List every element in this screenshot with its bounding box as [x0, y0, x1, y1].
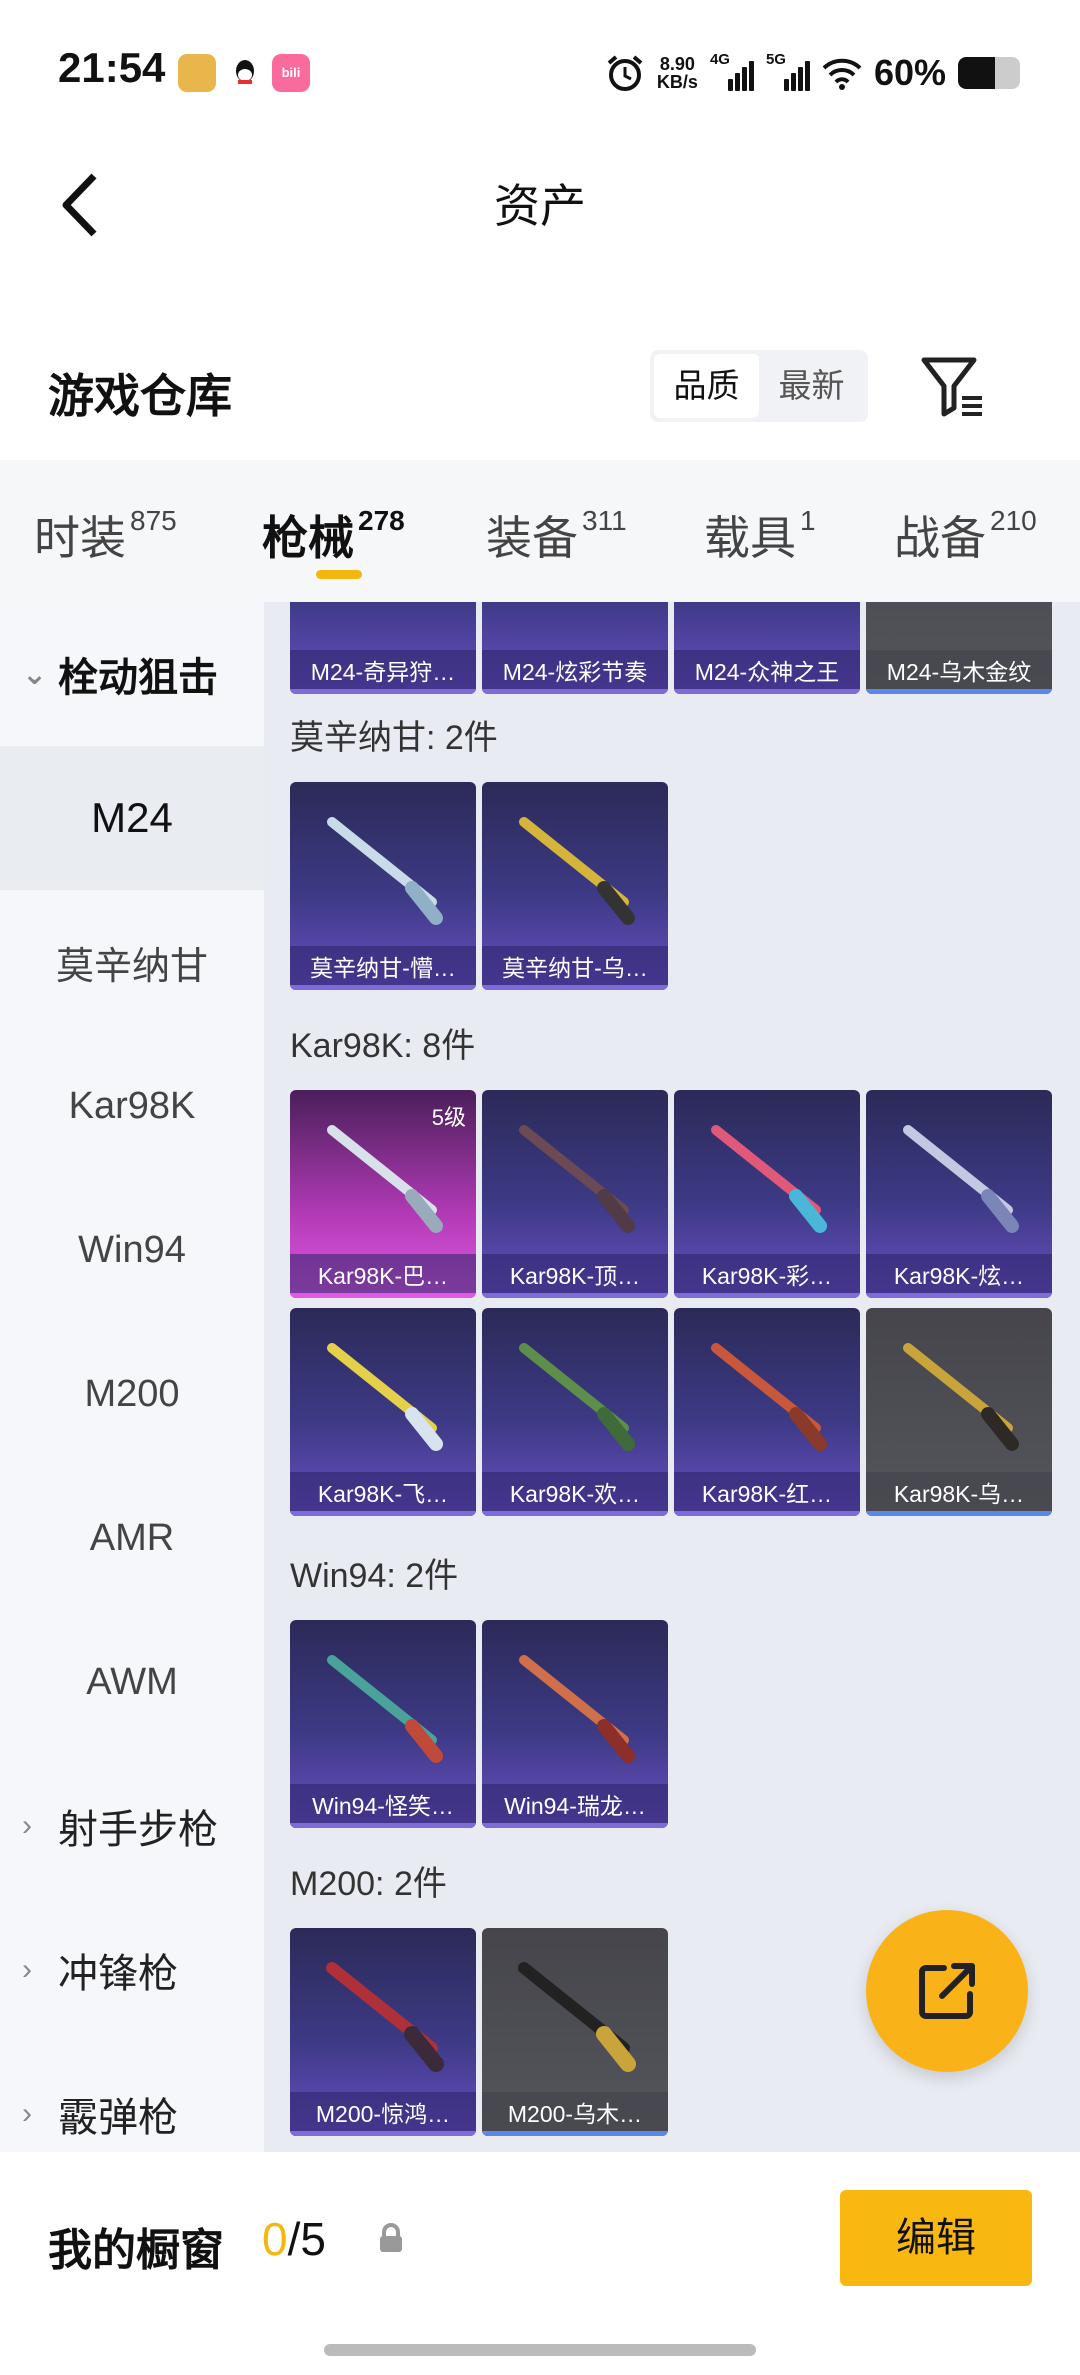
item-card[interactable]: Kar98K-欢…	[482, 1308, 668, 1516]
chevron-right-icon: ›	[22, 1953, 32, 1986]
showcase-bar: 我的橱窗 0/5 编辑	[0, 2152, 1080, 2375]
item-card[interactable]: Kar98K-顶…	[482, 1090, 668, 1298]
item-card[interactable]: Kar98K-飞…	[290, 1308, 476, 1516]
item-card[interactable]: 莫辛纳甘-懵…	[290, 782, 476, 990]
section-title-kar98k: Kar98K: 8件	[290, 1027, 476, 1065]
rifle-icon	[327, 1125, 443, 1233]
tab-guns[interactable]: 枪械 278	[262, 502, 405, 568]
rifle-icon	[903, 1343, 1019, 1451]
rifle-icon	[518, 1962, 636, 2072]
sidebar-item-m200[interactable]: M200	[0, 1322, 264, 1466]
item-card[interactable]: Win94-瑞龙…	[482, 1620, 668, 1828]
rifle-icon	[519, 1655, 635, 1763]
rifle-icon	[327, 817, 443, 925]
active-tab-indicator	[316, 570, 362, 579]
tab-fashion[interactable]: 时装 875	[34, 502, 177, 568]
section-title-mosin: 莫辛纳甘: 2件	[290, 719, 498, 757]
rifle-icon	[519, 817, 635, 925]
lock-icon	[380, 2223, 402, 2252]
battery-icon	[958, 57, 1020, 89]
sidebar-group-bolt-action[interactable]: ⌄ 栓动狙击	[0, 602, 264, 746]
bilibili-icon: bili	[272, 54, 310, 92]
sidebar-item-mosin[interactable]: 莫辛纳甘	[0, 890, 264, 1034]
warehouse-title: 游戏仓库	[48, 370, 232, 422]
rifle-icon	[711, 1125, 827, 1233]
sort-quality-button[interactable]: 品质	[654, 354, 759, 418]
wifi-icon	[822, 58, 862, 90]
item-card[interactable]: M200-惊鸿…	[290, 1928, 476, 2136]
title-bar: 资产	[0, 140, 1080, 270]
external-link-icon	[919, 1963, 975, 2019]
item-card[interactable]: M24-乌木金纹	[866, 602, 1052, 694]
battery-percent: 60%	[873, 52, 946, 93]
filter-icon	[921, 357, 982, 417]
item-card[interactable]: 5级 Kar98K-巴…	[290, 1090, 476, 1298]
chevron-right-icon: ›	[22, 2097, 32, 2130]
rifle-icon	[326, 1962, 444, 2072]
sidebar-group-smg[interactable]: › 冲锋枪	[0, 1898, 264, 2042]
section-title-m200: M200: 2件	[290, 1865, 447, 1903]
item-card[interactable]: 莫辛纳甘-乌…	[482, 782, 668, 990]
sort-newest-button[interactable]: 最新	[759, 354, 864, 418]
alarm-icon	[607, 55, 643, 91]
network-speed: 8.90 KB/s	[656, 54, 698, 92]
item-card[interactable]: M24-众神之王	[674, 602, 860, 694]
sidebar-group-marksman[interactable]: › 射手步枪	[0, 1754, 264, 1898]
rifle-icon	[327, 1343, 443, 1451]
signal-4g-icon: 4G	[710, 51, 754, 91]
chevron-right-icon: ›	[22, 1809, 32, 1842]
rifle-icon	[711, 1343, 827, 1451]
rifle-icon	[903, 1125, 1019, 1233]
sidebar-item-win94[interactable]: Win94	[0, 1178, 264, 1322]
status-time: 21:54	[58, 44, 166, 91]
item-card[interactable]: Kar98K-彩…	[674, 1090, 860, 1298]
item-card[interactable]: Kar98K-乌…	[866, 1308, 1052, 1516]
home-indicator	[324, 2344, 756, 2356]
item-card[interactable]: M24-炫彩节奏	[482, 602, 668, 694]
signal-5g-icon: 5G	[766, 51, 810, 91]
showcase-title: 我的橱窗	[48, 2226, 224, 2275]
sidebar-item-kar98k[interactable]: Kar98K	[0, 1034, 264, 1178]
warehouse-header: 游戏仓库 品质 最新	[0, 330, 1080, 460]
rifle-icon	[519, 1125, 635, 1233]
showcase-count: 0/5	[262, 2213, 326, 2265]
qq-icon	[226, 54, 264, 92]
edit-button[interactable]: 编辑	[840, 2190, 1032, 2286]
sort-toggle: 品质 最新	[650, 350, 868, 422]
status-bar: 21:54 bili 8.90 KB/s 4G 5G 60%	[0, 0, 1080, 140]
item-card[interactable]: M200-乌木…	[482, 1928, 668, 2136]
rifle-icon	[519, 1343, 635, 1451]
tab-vehicles[interactable]: 载具 1	[704, 502, 816, 568]
share-fab-button[interactable]	[866, 1910, 1028, 2072]
item-card[interactable]: Kar98K-红…	[674, 1308, 860, 1516]
item-card[interactable]: Win94-怪笑…	[290, 1620, 476, 1828]
category-tabs: 时装 875 枪械 278 装备 311 载具 1 战备 210	[0, 460, 1080, 602]
weapon-sidebar: ⌄ 栓动狙击 M24 莫辛纳甘 Kar98K Win94 M200 AMR AWM…	[0, 602, 264, 2152]
sidebar-item-awm[interactable]: AWM	[0, 1610, 264, 1754]
tab-battle-prep[interactable]: 战备 210	[894, 502, 1037, 568]
item-card[interactable]: M24-奇异狩…	[290, 602, 476, 694]
sidebar-item-m24[interactable]: M24	[0, 746, 264, 890]
page-title: 资产	[494, 180, 586, 232]
section-title-win94: Win94: 2件	[290, 1557, 459, 1595]
rifle-icon	[327, 1655, 443, 1763]
chevron-down-icon: ⌄	[22, 657, 48, 691]
app-icon-heping	[178, 54, 216, 92]
item-card[interactable]: Kar98K-炫…	[866, 1090, 1052, 1298]
filter-button[interactable]	[918, 352, 988, 422]
sidebar-item-amr[interactable]: AMR	[0, 1466, 264, 1610]
tab-equipment[interactable]: 装备 311	[486, 502, 627, 568]
